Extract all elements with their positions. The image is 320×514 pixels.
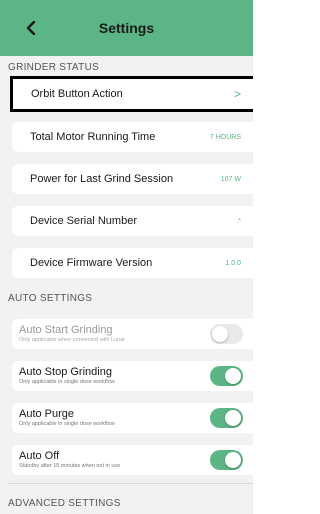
toggle-knob — [225, 368, 241, 384]
auto-off-title: Auto Off — [19, 450, 60, 462]
last-grind-power-row: Power for Last Grind Session 107 W — [12, 164, 253, 194]
orbit-button-action-label: Orbit Button Action — [31, 88, 123, 100]
auto-stop-grinding-subtitle: Only applicable in single dose workflow — [19, 379, 115, 385]
section-header-advanced-settings: ADVANCED SETTINGS — [8, 498, 121, 509]
page-title: Settings — [98, 20, 155, 36]
auto-start-grinding-row: Auto Start Grinding Only applicable when… — [12, 319, 253, 349]
orbit-button-action-row[interactable]: Orbit Button Action > — [10, 76, 253, 112]
motor-running-time-label: Total Motor Running Time — [30, 131, 156, 143]
settings-content[interactable]: GRINDER STATUS Orbit Button Action > Tot… — [0, 56, 253, 514]
serial-number-row: Device Serial Number .* — [12, 206, 253, 236]
motor-running-time-row: Total Motor Running Time 7 HOURS — [12, 122, 253, 152]
serial-number-value: .* — [236, 217, 241, 225]
section-header-grinder-status: GRINDER STATUS — [8, 62, 100, 73]
auto-start-grinding-subtitle: Only applicable when connected with Luna… — [19, 337, 126, 343]
auto-purge-row: Auto Purge Only applicable in single dos… — [12, 403, 253, 433]
motor-running-time-value: 7 HOURS — [209, 133, 241, 141]
auto-off-row: Auto Off Standby after 15 minutes when n… — [12, 445, 253, 475]
auto-purge-toggle[interactable] — [210, 408, 243, 428]
auto-off-subtitle: Standby after 15 minutes when not in use — [19, 463, 121, 469]
toggle-knob — [225, 452, 241, 468]
auto-stop-grinding-title: Auto Stop Grinding — [19, 366, 112, 378]
toggle-knob — [212, 326, 228, 342]
firmware-version-value: 1.0.0 — [225, 259, 241, 267]
auto-start-grinding-toggle[interactable] — [210, 324, 243, 344]
section-header-auto-settings: AUTO SETTINGS — [8, 293, 93, 304]
last-grind-power-value: 107 W — [220, 175, 241, 183]
serial-number-label: Device Serial Number — [30, 215, 137, 227]
chevron-left-icon — [26, 21, 36, 35]
last-grind-power-label: Power for Last Grind Session — [30, 173, 174, 185]
auto-start-grinding-title: Auto Start Grinding — [19, 324, 113, 336]
auto-purge-subtitle: Only applicable in single dose workflow — [19, 421, 115, 427]
auto-stop-grinding-toggle[interactable] — [210, 366, 243, 386]
header-bar: Settings — [0, 0, 253, 56]
firmware-version-label: Device Firmware Version — [30, 257, 153, 269]
back-button[interactable] — [20, 17, 42, 39]
auto-stop-grinding-row: Auto Stop Grinding Only applicable in si… — [12, 361, 253, 391]
firmware-version-row: Device Firmware Version 1.0.0 — [12, 248, 253, 278]
toggle-knob — [225, 410, 241, 426]
auto-off-toggle[interactable] — [210, 450, 243, 470]
divider — [8, 483, 253, 484]
chevron-right-icon: > — [233, 87, 241, 101]
auto-purge-title: Auto Purge — [19, 408, 75, 420]
